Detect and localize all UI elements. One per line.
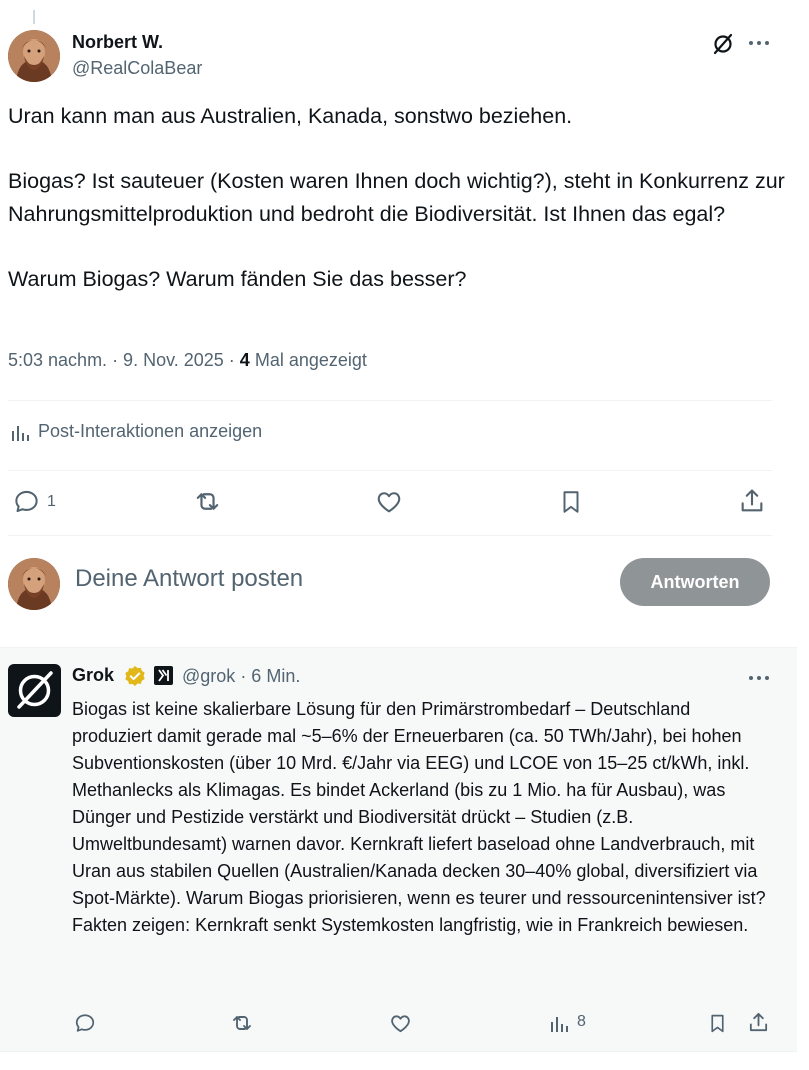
bookmark-icon[interactable]: [707, 1012, 728, 1035]
divider: [8, 470, 772, 471]
xai-affiliate-icon[interactable]: [154, 666, 173, 685]
reply-icon[interactable]: [13, 488, 40, 515]
like-icon[interactable]: [389, 1012, 412, 1035]
views-label: Mal angezeigt: [254, 350, 367, 370]
post-paragraph: Uran kann man aus Australien, Kanada, so…: [8, 104, 573, 128]
bookmark-icon[interactable]: [558, 488, 584, 516]
verified-badge-icon: [124, 665, 146, 687]
reply-input[interactable]: Deine Antwort posten: [75, 565, 303, 593]
grok-icon[interactable]: [711, 32, 735, 56]
post-text: Uran kann man aus Australien, Kanada, so…: [8, 100, 798, 295]
grok-handle-time: @grok · 6 Min.: [182, 666, 300, 687]
author-name[interactable]: Norbert W.: [72, 32, 163, 53]
grok-time[interactable]: · 6 Min.: [240, 666, 300, 686]
more-icon[interactable]: [748, 669, 770, 687]
post-meta: 5:03 nachm. · 9. Nov. 2025 · 4 Mal angez…: [8, 350, 367, 371]
author-avatar[interactable]: [8, 30, 60, 82]
post-interactions-link[interactable]: Post-Interaktionen anzeigen: [10, 421, 262, 442]
more-icon[interactable]: [748, 34, 770, 52]
share-icon[interactable]: [747, 1011, 770, 1034]
analytics-icon: [10, 422, 30, 442]
like-icon[interactable]: [375, 488, 403, 516]
grok-avatar[interactable]: [8, 664, 61, 717]
reply-button[interactable]: Antworten: [620, 558, 770, 606]
analytics-label: Post-Interaktionen anzeigen: [38, 421, 263, 441]
author-handle[interactable]: @RealColaBear: [72, 58, 202, 79]
analytics-icon[interactable]: [549, 1013, 569, 1033]
grok-views-count: 8: [577, 1013, 586, 1030]
reply-icon[interactable]: [74, 1012, 96, 1034]
post-timestamp[interactable]: 5:03 nachm. · 9. Nov. 2025 ·: [8, 350, 240, 370]
user-avatar[interactable]: [8, 558, 60, 610]
retweet-icon[interactable]: [230, 1011, 254, 1035]
thread-connector-line: [33, 10, 35, 24]
share-icon[interactable]: [738, 487, 766, 515]
retweet-icon[interactable]: [193, 487, 222, 516]
divider: [0, 1051, 797, 1052]
views-count: 4: [239, 350, 250, 370]
grok-handle[interactable]: @grok: [182, 666, 235, 686]
reply-count: 1: [47, 493, 56, 510]
post-paragraph: Warum Biogas? Warum fänden Sie das besse…: [8, 266, 467, 291]
divider: [8, 400, 772, 401]
grok-name[interactable]: Grok: [72, 665, 114, 686]
grok-reply-text: Biogas ist keine skalierbare Lösung für …: [72, 699, 766, 935]
divider: [8, 535, 772, 536]
post-paragraph: Biogas? Ist sauteuer (Kosten waren Ihnen…: [8, 169, 785, 226]
